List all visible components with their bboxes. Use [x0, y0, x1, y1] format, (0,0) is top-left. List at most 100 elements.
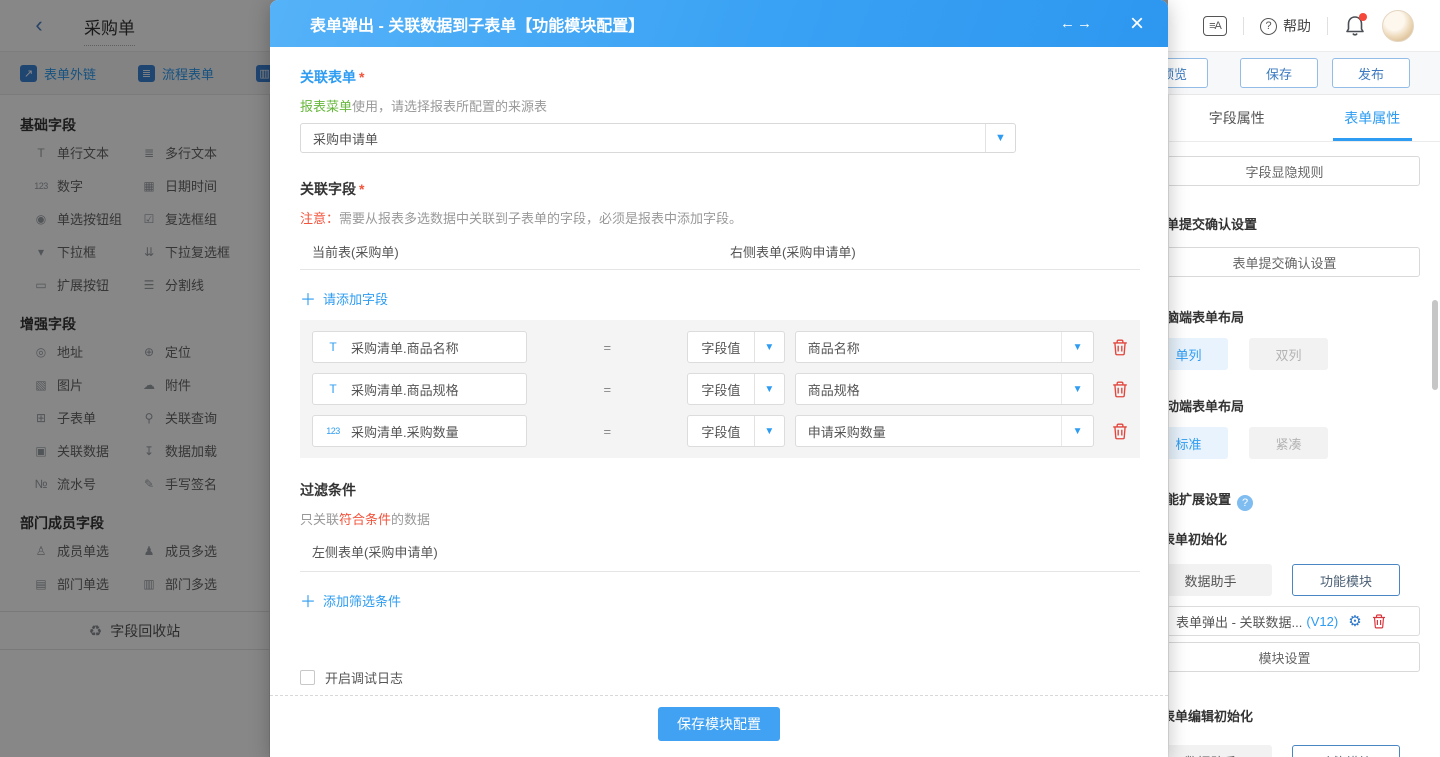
- filter-label: 过滤条件: [300, 480, 1140, 500]
- equals-operator: =: [527, 382, 687, 397]
- value-mode-select[interactable]: 字段值▼: [687, 373, 785, 405]
- mobile-layout-standard-option[interactable]: 标准: [1168, 427, 1228, 459]
- save-button[interactable]: 保存: [1240, 58, 1318, 88]
- text-icon: T: [323, 382, 343, 396]
- number-icon: 123: [323, 426, 343, 436]
- extension-settings-label: 功能扩展设置?: [1168, 489, 1404, 511]
- properties-panel: 字段属性 表单属性 字段显隐规则 表单提交确认设置 表单提交确认设置 电脑端表单…: [1168, 95, 1440, 757]
- debug-log-checkbox-row[interactable]: 开启调试日志: [300, 668, 1140, 687]
- helper-post: 的数据: [391, 512, 430, 527]
- caret-down-icon: ▼: [754, 332, 784, 362]
- arrow-left-icon: ←: [1060, 15, 1077, 32]
- publish-button[interactable]: 发布: [1332, 58, 1410, 88]
- debug-log-checkbox[interactable]: [300, 670, 315, 685]
- modal-header: 表单弹出 - 关联数据到子表单【功能模块配置】 ←→ ×: [270, 0, 1168, 47]
- target-value: 商品规格: [796, 380, 1061, 399]
- modal-footer: 保存模块配置: [270, 695, 1168, 757]
- caret-down-icon: ▼: [1061, 374, 1093, 404]
- add-filter-text: 添加筛选条件: [323, 591, 401, 610]
- caret-down-icon: ▼: [985, 124, 1015, 152]
- save-module-config-button[interactable]: 保存模块配置: [658, 707, 780, 741]
- caret-down-icon: ▼: [1061, 332, 1093, 362]
- left-field-input[interactable]: 123采购清单.采购数量: [312, 415, 527, 447]
- filter-helper: 只关联符合条件的数据: [300, 509, 1140, 528]
- help-badge-icon[interactable]: ?: [1237, 495, 1253, 511]
- module-trash-icon[interactable]: [1372, 614, 1386, 629]
- function-module-button[interactable]: 功能模块: [1292, 745, 1400, 757]
- mode-value: 字段值: [688, 422, 754, 441]
- module-gear-icon[interactable]: ⚙: [1348, 612, 1361, 630]
- panel-scrollbar[interactable]: [1432, 300, 1438, 390]
- equals-operator: =: [527, 424, 687, 439]
- left-field-input[interactable]: T 采购清单.商品名称: [312, 331, 527, 363]
- plus-icon: ＋: [300, 588, 316, 612]
- form-init-mode-row: 数据助手 功能模块: [1168, 564, 1400, 596]
- helper-rest: 使用，请选择报表所配置的来源表: [352, 99, 547, 114]
- submit-confirm-settings-button[interactable]: 表单提交确认设置: [1168, 247, 1420, 277]
- notification-bell-icon[interactable]: [1344, 14, 1366, 38]
- filter-left-form-label: 左侧表单(采购申请单): [300, 542, 1140, 561]
- pc-layout-double-option[interactable]: 双列: [1249, 338, 1328, 370]
- related-form-value: 采购申请单: [301, 129, 985, 148]
- field-visibility-rules-button[interactable]: 字段显隐规则: [1168, 156, 1420, 186]
- related-fields-text: 关联字段: [300, 181, 356, 197]
- header-divider: [1327, 17, 1328, 35]
- help-menu[interactable]: ? 帮助: [1260, 16, 1311, 36]
- close-icon[interactable]: ×: [1130, 13, 1144, 35]
- form-edit-init-mode-row: 数据助手 功能模块: [1168, 745, 1400, 757]
- related-form-label: 关联表单*: [300, 67, 1140, 87]
- value-mode-select[interactable]: 字段值▼: [687, 331, 785, 363]
- delete-row-icon[interactable]: [1112, 339, 1128, 356]
- delete-row-icon[interactable]: [1112, 423, 1128, 440]
- data-assistant-button[interactable]: 数据助手: [1168, 745, 1272, 757]
- helper-red: 符合条件: [339, 512, 391, 527]
- language-icon[interactable]: ≡A: [1203, 16, 1227, 36]
- form-edit-init-label: 表单编辑初始化: [1168, 706, 1413, 725]
- tab-field-properties[interactable]: 字段属性: [1169, 95, 1305, 141]
- modal-body: 关联表单* 报表菜单使用，请选择报表所配置的来源表 采购申请单 ▼ 关联字段* …: [270, 47, 1168, 695]
- module-item-row[interactable]: 表单弹出 - 关联数据... (V12) ⚙: [1168, 606, 1420, 636]
- add-field-text: 请添加字段: [323, 289, 388, 308]
- pc-layout-label: 电脑端表单布局: [1168, 307, 1404, 326]
- tab-form-properties[interactable]: 表单属性: [1305, 95, 1440, 141]
- target-field-select[interactable]: 商品名称▼: [795, 331, 1094, 363]
- caret-down-icon: ▼: [754, 374, 784, 404]
- caret-down-icon: ▼: [754, 416, 784, 446]
- left-field-value: 采购清单.商品名称: [351, 338, 459, 357]
- related-fields-label: 关联字段*: [300, 179, 1140, 199]
- target-field-select[interactable]: 商品规格▼: [795, 373, 1094, 405]
- left-field-value: 采购清单.商品规格: [351, 380, 459, 399]
- submit-confirm-label: 表单提交确认设置: [1168, 214, 1404, 233]
- left-field-input[interactable]: T 采购清单.商品规格: [312, 373, 527, 405]
- expand-icon[interactable]: ←→: [1060, 15, 1094, 32]
- field-mapping-panel: T采购清单.商品名称 = 字段值▼ 商品名称▼ T采购清单.商品规格 = 字段值…: [300, 320, 1140, 458]
- text-icon: T: [323, 340, 343, 354]
- help-label: 帮助: [1283, 16, 1311, 36]
- add-field-link[interactable]: ＋ 请添加字段: [300, 286, 388, 310]
- required-mark: *: [359, 69, 364, 85]
- related-form-select[interactable]: 采购申请单 ▼: [300, 123, 1016, 153]
- helper-highlight: 报表菜单: [300, 99, 352, 114]
- helper-pre: 只关联: [300, 512, 339, 527]
- data-assistant-button[interactable]: 数据助手: [1168, 564, 1272, 596]
- module-version: (V12): [1306, 614, 1338, 629]
- mode-value: 字段值: [688, 338, 754, 357]
- function-module-button[interactable]: 功能模块: [1292, 564, 1400, 596]
- target-field-select[interactable]: 申请采购数量▼: [795, 415, 1094, 447]
- header-divider: [1243, 17, 1244, 35]
- left-table-header: 当前表(采购单): [300, 242, 730, 261]
- pc-layout-single-option[interactable]: 单列: [1168, 338, 1228, 370]
- add-filter-link[interactable]: ＋ 添加筛选条件: [300, 588, 401, 612]
- pc-layout-toggle: 单列 双列: [1168, 338, 1400, 370]
- debug-log-label: 开启调试日志: [325, 668, 403, 687]
- mobile-layout-label: 移动端表单布局: [1168, 396, 1404, 415]
- plus-icon: ＋: [300, 286, 316, 310]
- mapping-row: T采购清单.商品名称 = 字段值▼ 商品名称▼: [312, 331, 1128, 363]
- mobile-layout-compact-option[interactable]: 紧凑: [1249, 427, 1328, 459]
- module-settings-button[interactable]: 模块设置: [1168, 642, 1420, 672]
- divider: [300, 269, 1140, 270]
- delete-row-icon[interactable]: [1112, 381, 1128, 398]
- avatar[interactable]: [1382, 10, 1414, 42]
- value-mode-select[interactable]: 字段值▼: [687, 415, 785, 447]
- form-init-label: 表单初始化: [1168, 529, 1413, 548]
